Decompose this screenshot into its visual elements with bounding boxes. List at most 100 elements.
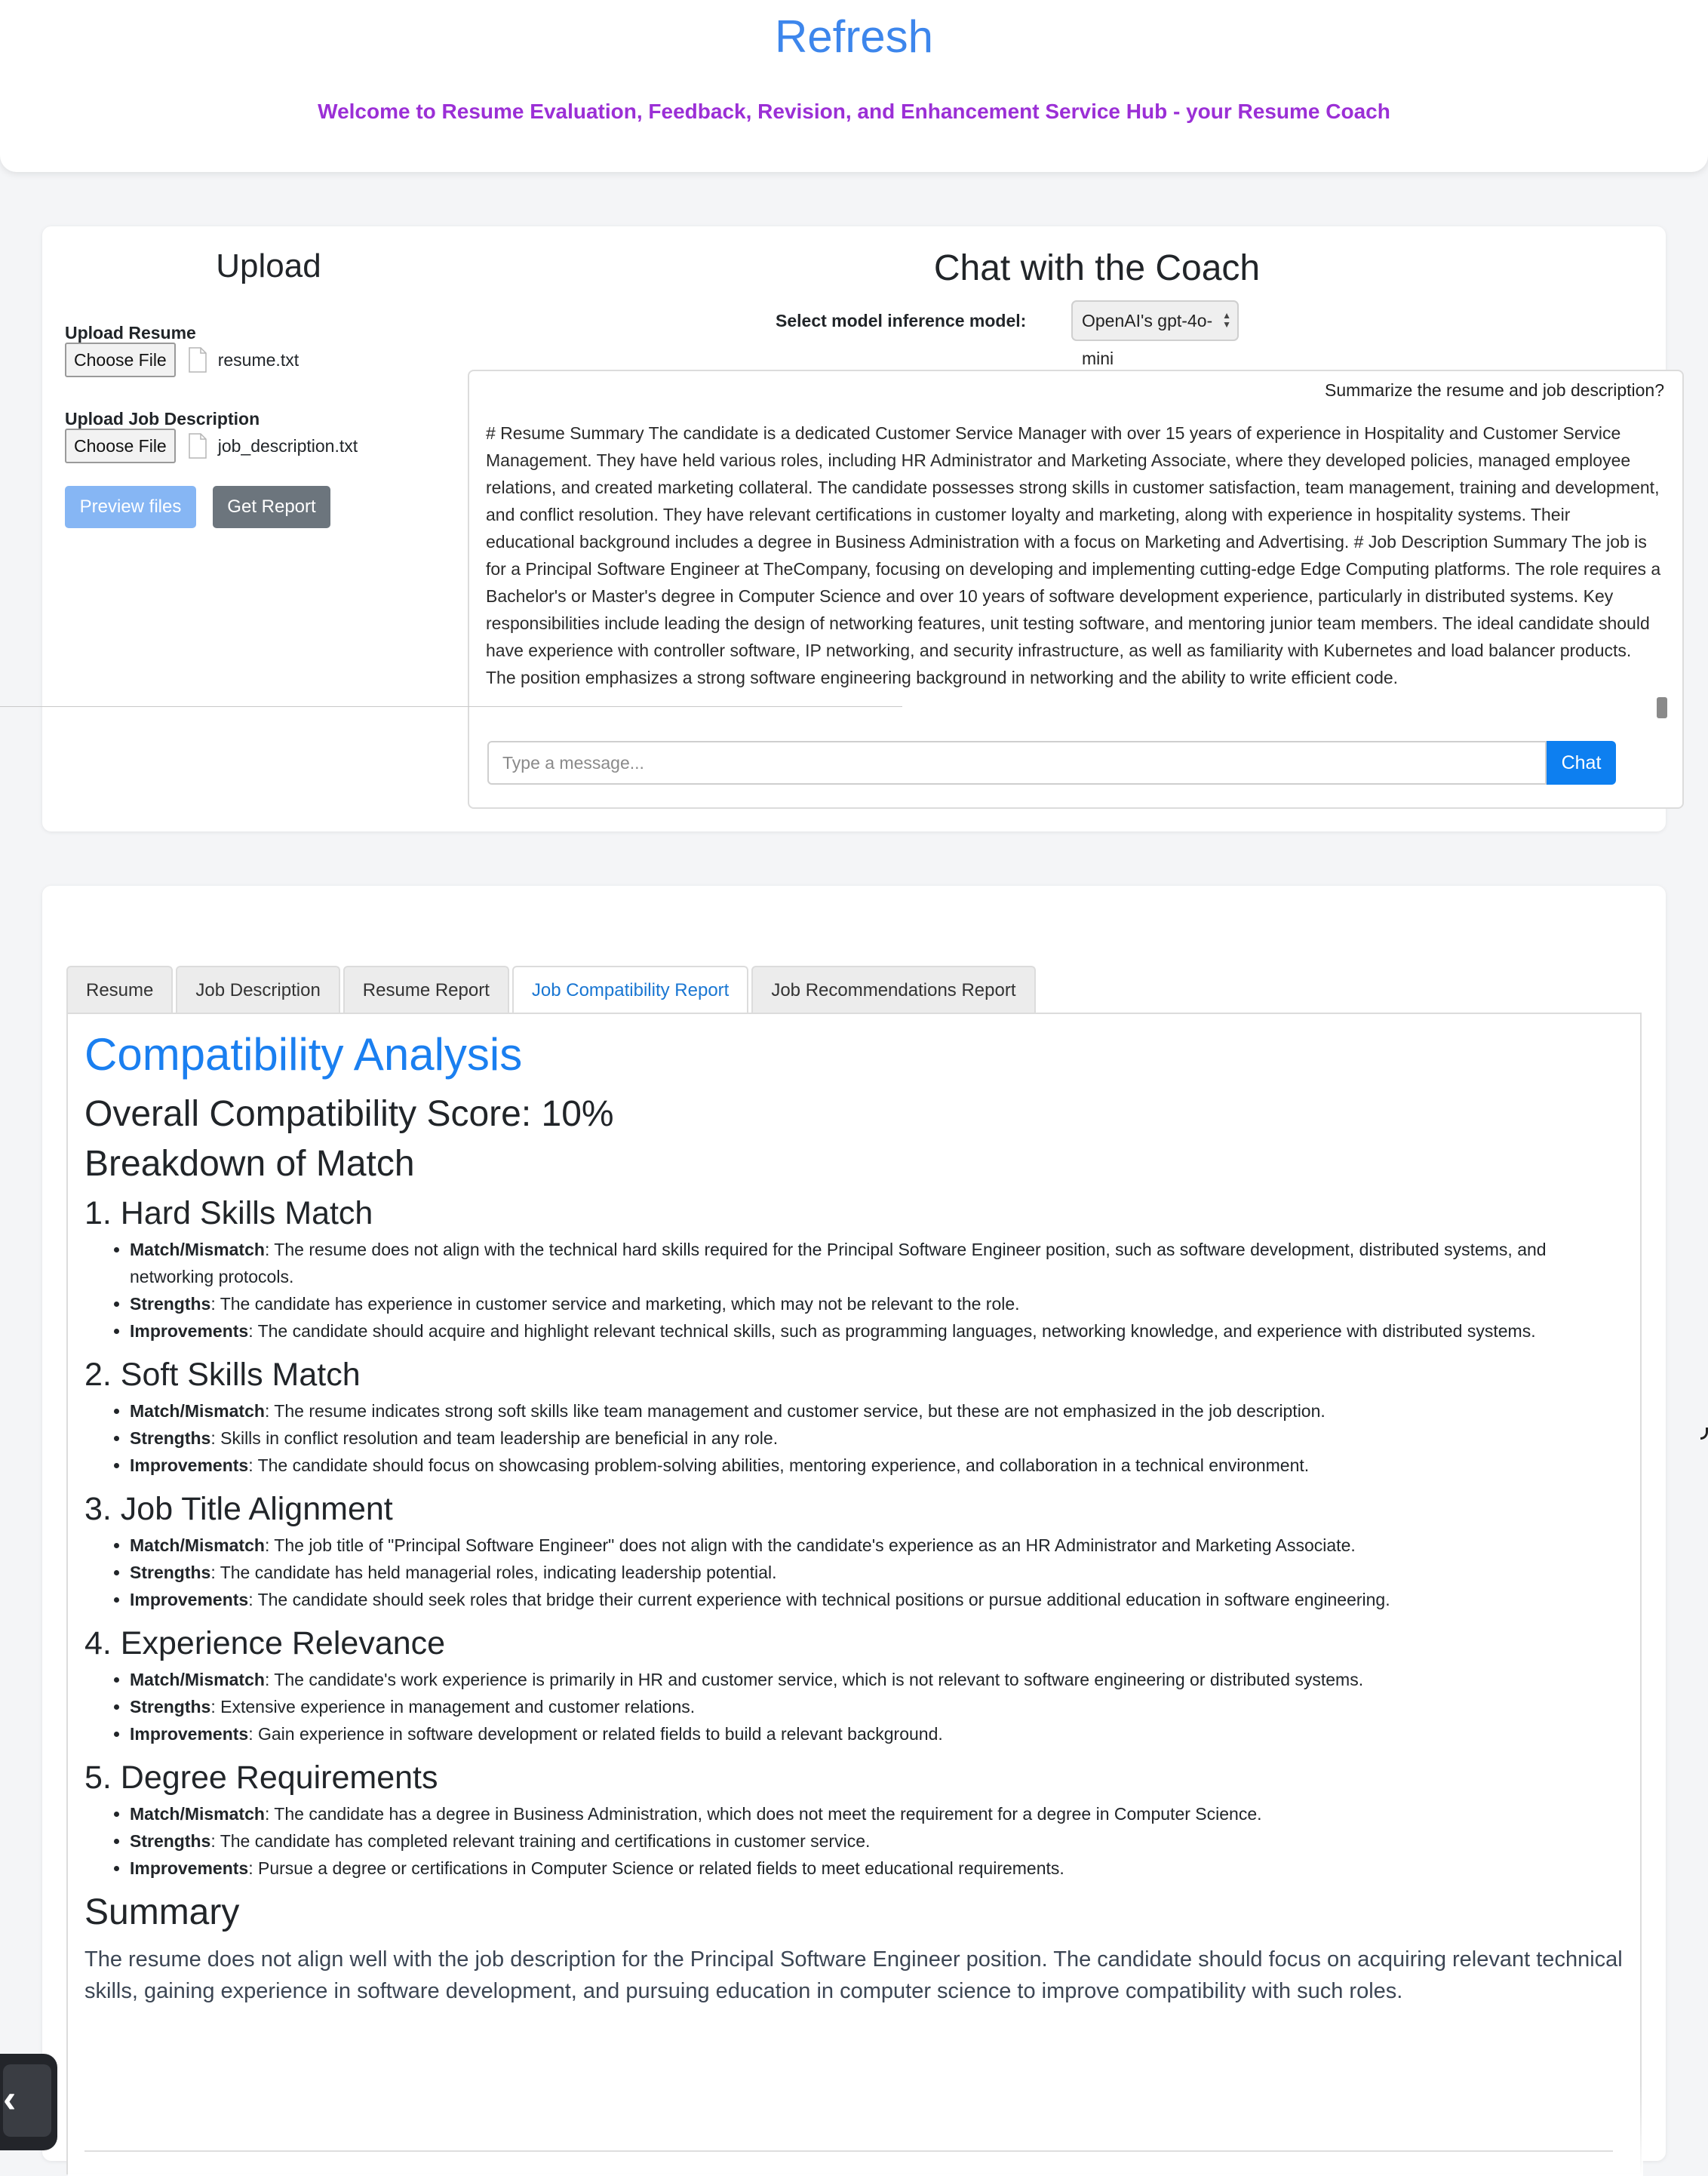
divider [0,706,902,707]
section-heading: 1. Hard Skills Match [84,1195,373,1231]
chat-window[interactable]: Summarize the resume and job description… [468,370,1684,809]
item-text: : The resume does not align with the tec… [130,1240,1547,1286]
item-key: Match/Mismatch [130,1535,265,1555]
list-item: Improvements: The candidate should acqui… [130,1317,1624,1345]
resume-choose-file-button[interactable]: Choose File [65,343,176,377]
tab-resume-report[interactable]: Resume Report [343,966,509,1013]
section-heading: 5. Degree Requirements [84,1760,438,1796]
upload-job-description-label: Upload Job Description [65,409,260,429]
model-select-label: Select model inference model: [776,311,1027,330]
list-item: Improvements: The candidate should seek … [130,1586,1624,1613]
item-text: : Skills in conflict resolution and team… [210,1428,779,1448]
item-key: Improvements [130,1858,249,1878]
item-text: : The candidate has completed relevant t… [210,1831,871,1851]
compatibility-report: Compatibility Analysis Overall Compatibi… [84,1028,1624,2007]
list-item: Strengths: Skills in conflict resolution… [130,1425,1624,1452]
select-arrows-icon: ▲ ▼ [1222,310,1231,330]
refresh-title-link[interactable]: Refresh [0,11,1708,63]
floating-widget[interactable]: ‹ [0,2054,57,2150]
item-text: : The candidate should focus on showcasi… [248,1455,1310,1475]
chevron-left-icon[interactable]: ‹ [3,2064,51,2137]
item-key: Improvements [130,1590,249,1609]
chat-scrollbar[interactable] [1657,697,1667,718]
page-header: Refresh Welcome to Resume Evaluation, Fe… [0,0,1708,172]
upload-resume-label: Upload Resume [65,323,196,343]
preview-files-button[interactable]: Preview files [65,486,196,528]
chat-heading: Chat with the Coach [933,248,1261,288]
item-key: Improvements [130,1455,249,1475]
list-item: Match/Mismatch: The job title of "Princi… [130,1532,1624,1559]
item-key: Improvements [130,1321,249,1341]
item-key: Match/Mismatch [130,1804,265,1824]
item-key: Match/Mismatch [130,1670,265,1689]
item-key: Strengths [130,1294,211,1314]
get-report-button[interactable]: Get Report [213,486,330,528]
chat-assistant-reply: # Resume Summary The candidate is a dedi… [486,423,1661,687]
list-item: Improvements: Pursue a degree or certifi… [130,1855,1624,1882]
resume-file-input: Choose File resume.txt [65,343,299,377]
list-item: Strengths: The candidate has held manage… [130,1559,1624,1586]
tab-job-recommendations-report[interactable]: Job Recommendations Report [751,966,1036,1013]
section-list: Match/Mismatch: The resume does not alig… [84,1236,1624,1345]
section-heading: 2. Soft Skills Match [84,1357,361,1393]
file-icon [188,433,207,459]
section-list: Match/Mismatch: The job title of "Princi… [84,1532,1624,1613]
chat-user-message: Summarize the resume and job description… [1324,380,1664,400]
list-item: Improvements: The candidate should focus… [130,1452,1624,1479]
section-list: Match/Mismatch: The candidate's work exp… [84,1666,1624,1747]
model-select[interactable]: OpenAI's gpt-4o-mini ▲ ▼ [1071,300,1239,368]
summary-heading: Summary [84,1892,240,1932]
job-description-file-name: job_description.txt [217,435,358,456]
welcome-subtitle: Welcome to Resume Evaluation, Feedback, … [318,100,1390,123]
upload-chat-card: Upload Upload Resume Choose File resume.… [42,226,1684,831]
list-item: Strengths: Extensive experience in manag… [130,1693,1624,1720]
list-item: Match/Mismatch: The resume does not alig… [130,1236,1624,1290]
section-heading: 3. Job Title Alignment [84,1491,393,1527]
item-key: Strengths [130,1697,211,1717]
item-key: Strengths [130,1428,211,1448]
item-text: : The candidate has experience in custom… [210,1294,1020,1314]
list-item: Strengths: The candidate has experience … [130,1290,1624,1317]
upload-heading: Upload [216,247,321,284]
file-icon [188,347,207,373]
item-text: : Pursue a degree or certifications in C… [248,1858,1064,1878]
model-select-value: OpenAI's gpt-4o-mini [1082,311,1213,368]
job-description-file-input: Choose File job_description.txt [65,429,358,463]
chat-send-button[interactable]: Chat [1547,741,1616,785]
item-key: Improvements [130,1724,249,1744]
item-text: : The candidate should acquire and highl… [248,1321,1536,1341]
item-key: Match/Mismatch [130,1401,265,1421]
tab-job-description[interactable]: Job Description [176,966,340,1013]
list-item: Match/Mismatch: The candidate's work exp… [130,1666,1624,1693]
item-text: : Extensive experience in management and… [210,1697,696,1717]
item-key: Strengths [130,1831,211,1851]
item-text: : The job title of "Principal Software E… [264,1535,1356,1555]
item-text: : The candidate has held managerial role… [210,1563,777,1582]
overall-score: Overall Compatibility Score: 10% [84,1094,614,1134]
section-list: Match/Mismatch: The candidate has a degr… [84,1800,1624,1882]
list-item: Match/Mismatch: The resume indicates str… [130,1397,1624,1425]
report-tabs: Resume Job Description Resume Report Job… [66,966,1039,1013]
report-title: Compatibility Analysis [84,1029,523,1080]
list-item: Improvements: Gain experience in softwar… [130,1720,1624,1747]
item-text: : The candidate's work experience is pri… [264,1670,1364,1689]
summary-text: The resume does not align well with the … [84,1947,1623,2003]
section-list: Match/Mismatch: The resume indicates str… [84,1397,1624,1479]
breakdown-heading: Breakdown of Match [84,1144,415,1184]
list-item: Match/Mismatch: The candidate has a degr… [130,1800,1624,1827]
job-description-choose-file-button[interactable]: Choose File [65,429,176,463]
item-key: Strengths [130,1563,211,1582]
tab-resume[interactable]: Resume [66,966,174,1013]
item-text: : The resume indicates strong soft skill… [264,1401,1326,1421]
item-text: : The candidate should seek roles that b… [248,1590,1390,1609]
list-item: Strengths: The candidate has completed r… [130,1827,1624,1855]
report-card: Resume Job Description Resume Report Job… [42,886,1666,2176]
item-text: : Gain experience in software developmen… [248,1724,943,1744]
edge-handle-icon [1700,1428,1708,1440]
tab-job-compatibility-report[interactable]: Job Compatibility Report [511,966,749,1013]
item-key: Match/Mismatch [130,1240,265,1259]
tab-panel: Compatibility Analysis Overall Compatibi… [66,1013,1643,2176]
chat-message-input[interactable]: Type a message... [487,741,1547,785]
resume-file-name: resume.txt [217,349,300,370]
section-heading: 4. Experience Relevance [84,1625,446,1661]
